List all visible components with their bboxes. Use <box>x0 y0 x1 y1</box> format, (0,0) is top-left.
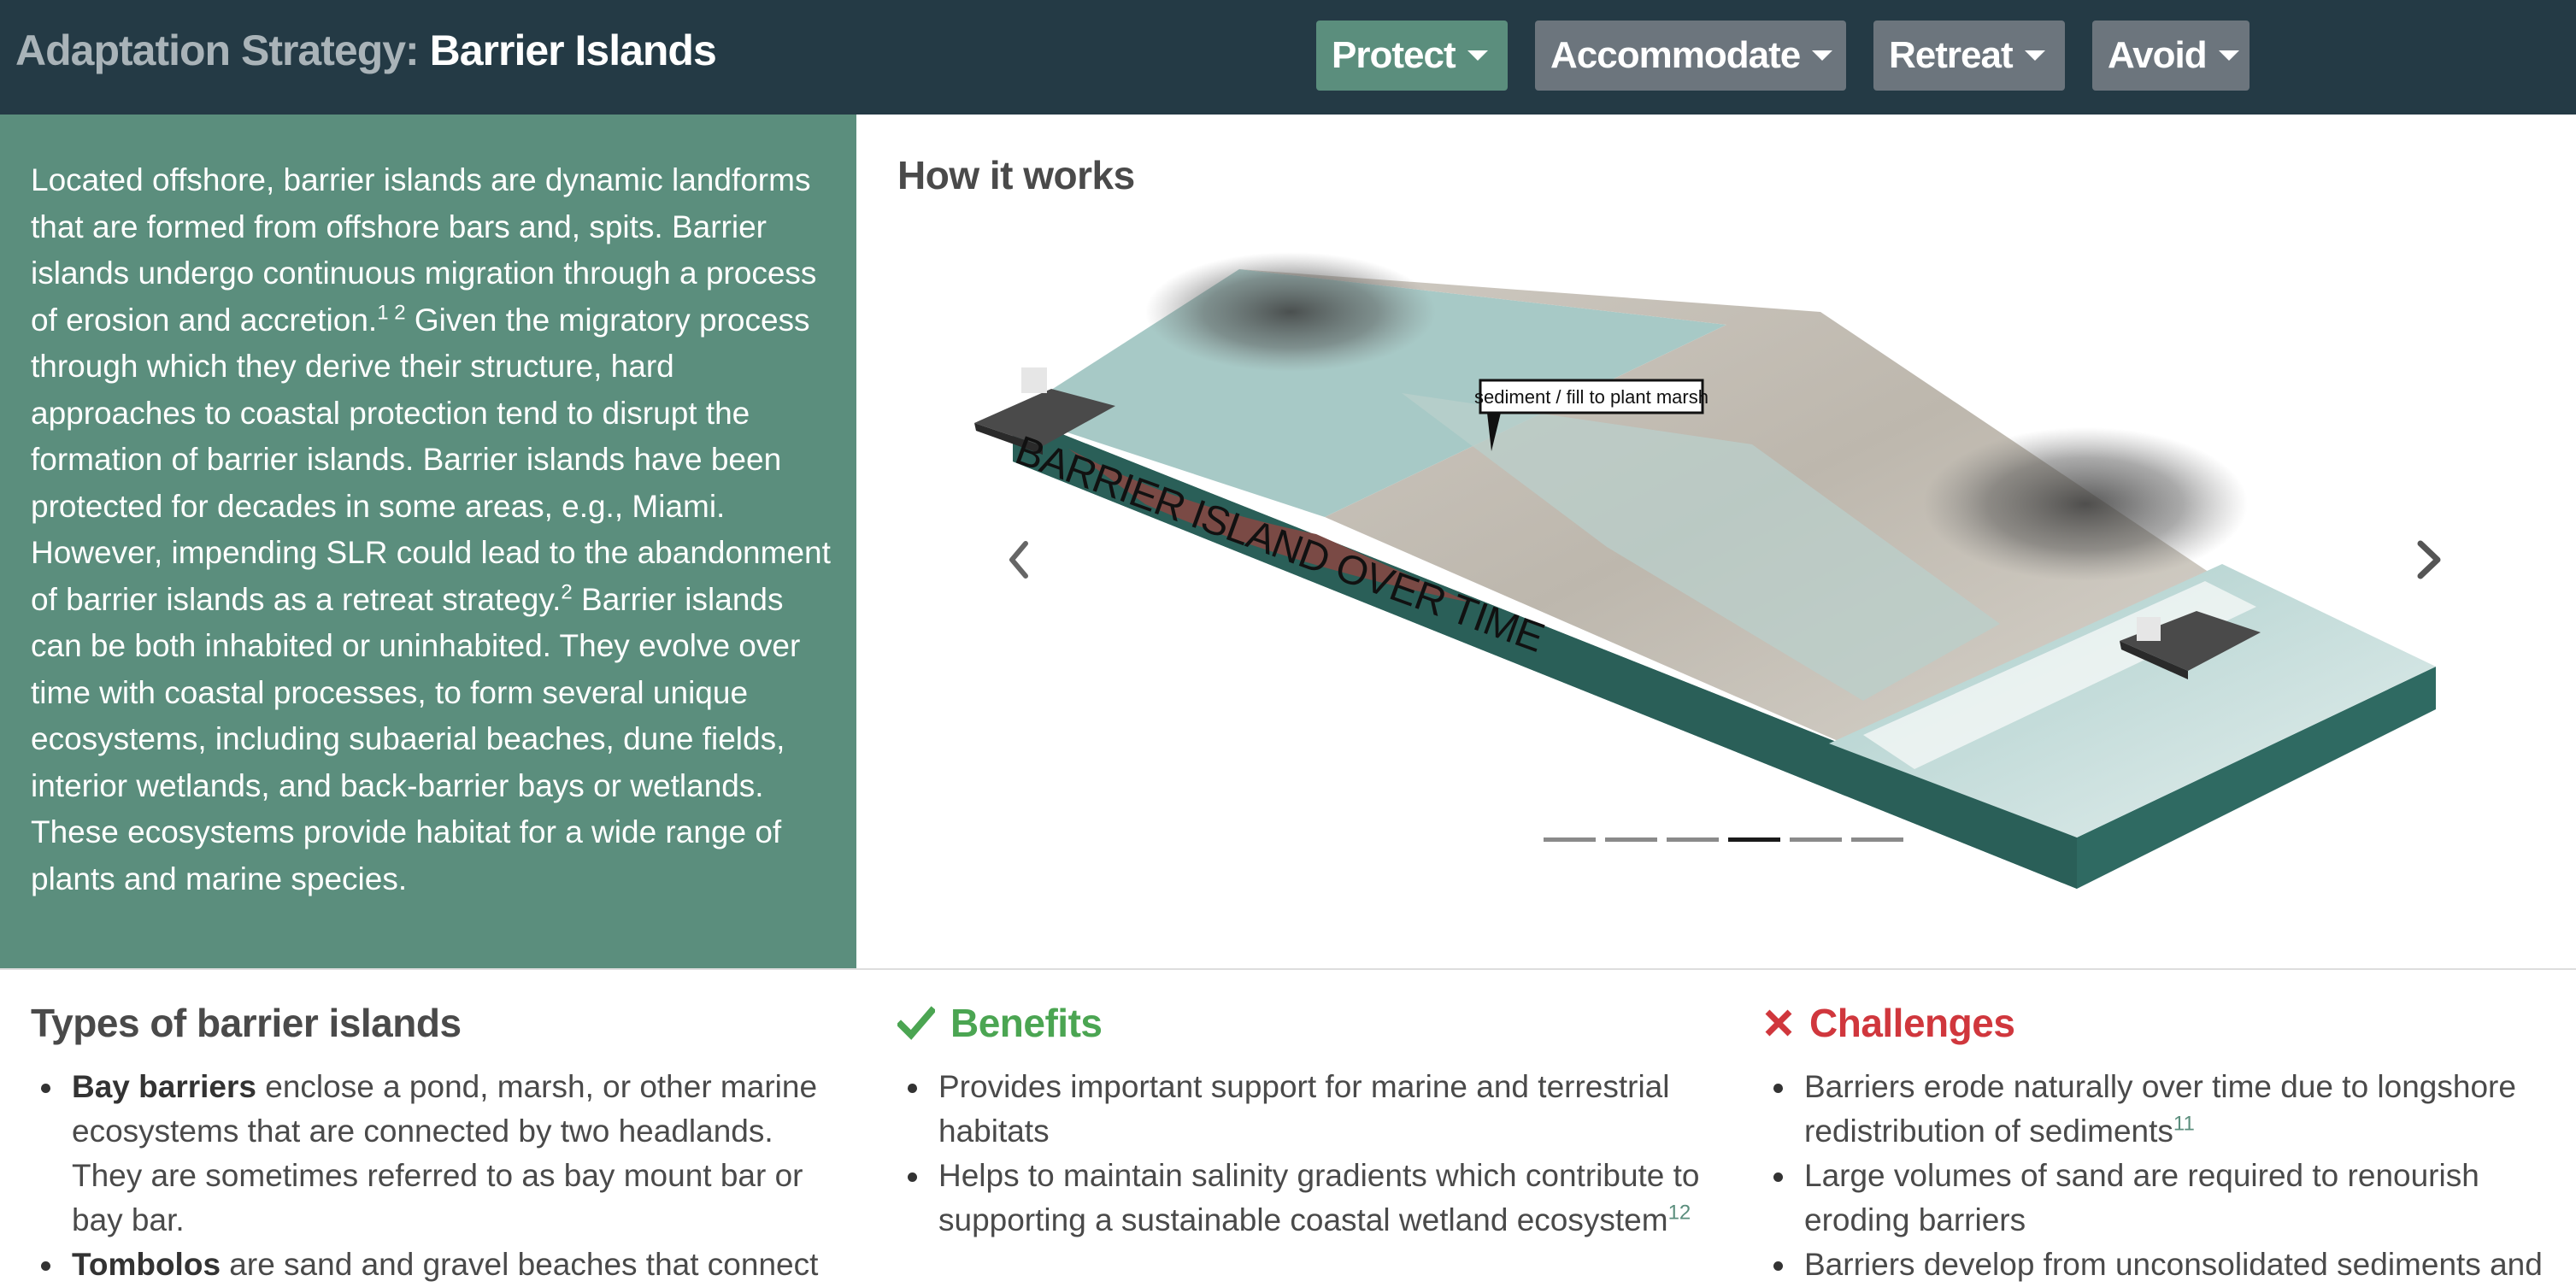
caret-down-icon <box>2024 50 2045 61</box>
how-it-works-carousel: sediment / fill to plant marsh BARRIER I… <box>957 222 2496 906</box>
sediment-callout-text: sediment / fill to plant marsh <box>1474 386 1709 408</box>
carousel-next-icon[interactable] <box>2412 538 2446 581</box>
challenges-title: Challenges <box>1809 1001 2015 1045</box>
type-term: Tombolos <box>72 1247 221 1282</box>
accommodate-dropdown-label: Accommodate <box>1550 34 1801 76</box>
carousel-indicator[interactable] <box>1544 837 1596 842</box>
retreat-dropdown-label: Retreat <box>1889 34 2014 76</box>
challenges-section: Challenges Barriers erode naturally over… <box>1763 1000 2567 1287</box>
list-item: Large volumes of sand are required to re… <box>1763 1154 2567 1243</box>
caret-down-icon <box>2218 50 2239 61</box>
retreat-dropdown-button[interactable]: Retreat <box>1873 21 2065 91</box>
list-item: Bay barriers enclose a pond, marsh, or o… <box>31 1065 834 1243</box>
list-item: Barriers erode naturally over time due t… <box>1763 1065 2567 1154</box>
benefits-list: Provides important support for marine an… <box>897 1065 1701 1243</box>
challenges-heading: Challenges <box>1763 1000 2567 1046</box>
benefits-title: Benefits <box>950 1001 1103 1045</box>
how-it-works-heading: How it works <box>897 153 1135 197</box>
checkmark-icon <box>897 1006 935 1040</box>
challenge-citation[interactable]: 11 <box>2173 1113 2195 1136</box>
page-title: Adaptation Strategy: Barrier Islands <box>15 26 717 75</box>
benefit-text: Helps to maintain salinity gradients whi… <box>938 1158 1700 1237</box>
intro-text-part2: Given the migratory process through whic… <box>31 302 831 617</box>
types-section: Types of barrier islands Bay barriers en… <box>31 1000 834 1287</box>
challenge-text: Large volumes of sand are required to re… <box>1804 1158 2479 1237</box>
carousel-indicators <box>1544 837 1903 842</box>
intro-panel: Located offshore, barrier islands are dy… <box>0 115 856 968</box>
x-icon <box>1763 1008 1794 1038</box>
challenge-text: Barriers develop from unconsolidated sed… <box>1804 1247 2543 1282</box>
caret-down-icon <box>1812 50 1833 61</box>
protect-dropdown-label: Protect <box>1332 34 1456 76</box>
barrier-island-illustration: sediment / fill to plant marsh BARRIER I… <box>974 252 2436 889</box>
top-navbar: Adaptation Strategy: Barrier Islands Pro… <box>0 0 2576 115</box>
carousel-indicator[interactable] <box>1667 837 1719 842</box>
intro-citation-2[interactable]: 2 <box>561 580 572 603</box>
carousel-indicator[interactable] <box>1851 837 1903 842</box>
intro-citation-1[interactable]: 1 2 <box>377 301 405 324</box>
accommodate-dropdown-button[interactable]: Accommodate <box>1535 21 1846 91</box>
benefits-heading: Benefits <box>897 1000 1701 1046</box>
carousel-indicator[interactable] <box>1790 837 1842 842</box>
list-item: Provides important support for marine an… <box>897 1065 1701 1154</box>
intro-paragraph: Located offshore, barrier islands are dy… <box>31 157 831 902</box>
list-item: Helps to maintain salinity gradients whi… <box>897 1154 1701 1243</box>
carousel-prev-icon[interactable] <box>1005 538 1031 581</box>
list-item: Tombolos are sand and gravel beaches tha… <box>31 1243 834 1287</box>
benefit-text: Provides important support for marine an… <box>938 1069 1670 1149</box>
dredge-plume <box>1923 427 2248 581</box>
page-title-name: Barrier Islands <box>429 26 717 74</box>
types-list: Bay barriers enclose a pond, marsh, or o… <box>31 1065 834 1287</box>
type-description: are sand and gravel beaches that connect <box>221 1247 819 1282</box>
carousel-indicator[interactable] <box>1728 837 1780 842</box>
type-term: Bay barriers <box>72 1069 256 1104</box>
benefit-citation[interactable]: 12 <box>1668 1202 1691 1225</box>
caret-down-icon <box>1467 50 1488 61</box>
avoid-dropdown-label: Avoid <box>2108 34 2208 76</box>
carousel-indicator[interactable] <box>1605 837 1657 842</box>
page-title-prefix: Adaptation Strategy: <box>15 26 420 74</box>
list-item: Barriers develop from unconsolidated sed… <box>1763 1243 2567 1287</box>
dredge-plume <box>1145 252 1436 372</box>
benefits-section: Benefits Provides important support for … <box>897 1000 1701 1243</box>
types-heading: Types of barrier islands <box>31 1001 462 1045</box>
section-divider <box>0 968 2576 970</box>
intro-text-part3: Barrier islands can be both inhabited or… <box>31 581 801 896</box>
protect-dropdown-button[interactable]: Protect <box>1316 21 1508 91</box>
challenges-list: Barriers erode naturally over time due t… <box>1763 1065 2567 1287</box>
challenge-text: Barriers erode naturally over time due t… <box>1804 1069 2516 1149</box>
avoid-dropdown-button[interactable]: Avoid <box>2092 21 2250 91</box>
